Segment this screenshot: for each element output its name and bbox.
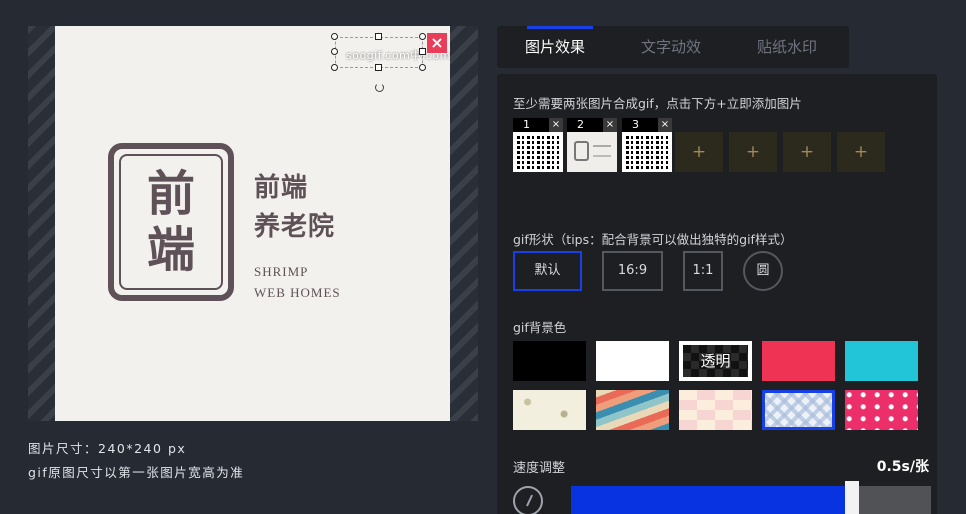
watermark-close-button[interactable]: ×: [427, 33, 447, 53]
add-image-button[interactable]: +: [783, 132, 831, 172]
speed-slider-handle[interactable]: [845, 481, 859, 514]
seal-char-2: 端: [146, 222, 195, 278]
resize-handle-tr[interactable]: [419, 33, 426, 40]
thumbnail-2[interactable]: 2 ×: [567, 118, 617, 172]
gif-canvas: 前 端 前端 养老院 SHRIMP WEB HOMES soogif.com中.…: [55, 26, 450, 421]
bg-black-swatch[interactable]: [513, 341, 586, 381]
resize-handle-r[interactable]: [419, 48, 426, 55]
speed-slider-fill: [571, 486, 845, 514]
tab-text-animation[interactable]: 文字动效: [613, 26, 729, 68]
resize-handle-tl[interactable]: [331, 33, 338, 40]
shape-default-button[interactable]: 默认: [513, 251, 582, 291]
resize-handle-l[interactable]: [331, 48, 338, 55]
logo-image: [567, 132, 617, 172]
seal-char-1: 前: [146, 166, 195, 222]
size-info: 图片尺寸：240*240 px gif原图尺寸以第一张图片宽高为准: [28, 437, 244, 485]
thumbnail-3[interactable]: 3 ×: [622, 118, 672, 172]
transparent-label: 透明: [700, 352, 731, 370]
tab-sticker-watermark[interactable]: 贴纸水印: [729, 26, 845, 68]
settings-panel: 至少需要两张图片合成gif，点击下方+立即添加图片 1 × 2 × 3 × + …: [497, 74, 937, 514]
bg-transparent-swatch[interactable]: 透明: [679, 341, 752, 381]
speed-slider[interactable]: [571, 481, 931, 514]
bg-doodle-pattern[interactable]: [513, 390, 586, 430]
thumbnail-index: 2: [577, 118, 584, 131]
resize-handle-b[interactable]: [375, 64, 382, 71]
remove-image-button[interactable]: ×: [549, 118, 563, 132]
preview-stage: 前 端 前端 养老院 SHRIMP WEB HOMES soogif.com中.…: [28, 26, 478, 421]
shape-label: gif形状（tips：配合背景可以做出独特的gif样式）: [513, 232, 793, 247]
remove-image-button[interactable]: ×: [658, 118, 672, 132]
rotate-handle-icon[interactable]: [375, 83, 384, 92]
add-image-button[interactable]: +: [837, 132, 885, 172]
logo-seal: 前 端: [108, 143, 234, 301]
resize-handle-br[interactable]: [419, 64, 426, 71]
bg-pastel-tiles-pattern[interactable]: [679, 390, 752, 430]
image-size-text: 图片尺寸：240*240 px: [28, 441, 187, 456]
bg-retro-stripes-pattern[interactable]: [596, 390, 669, 430]
qr-code-image: [513, 132, 563, 172]
resize-handle-bl[interactable]: [331, 64, 338, 71]
bg-plaid-pattern[interactable]: [762, 390, 835, 430]
add-image-button[interactable]: +: [729, 132, 777, 172]
speedometer-icon: [513, 486, 543, 514]
background-label: gif背景色: [513, 320, 567, 335]
speed-value: 0.5s/张: [876, 459, 929, 475]
images-hint: 至少需要两张图片合成gif，点击下方+立即添加图片: [513, 96, 802, 111]
bg-pink-confetti-pattern[interactable]: [845, 390, 918, 430]
thumbnail-1[interactable]: 1 ×: [513, 118, 563, 172]
shape-1-1-button[interactable]: 1:1: [683, 251, 723, 291]
tab-image-effect[interactable]: 图片效果: [497, 26, 613, 68]
thumbnail-index: 3: [632, 118, 639, 131]
shape-16-9-button[interactable]: 16:9: [602, 251, 663, 291]
shape-circle-button[interactable]: 圆: [743, 251, 783, 291]
brand-name-cn: 前端 养老院: [254, 173, 336, 242]
speed-label: 速度调整: [513, 461, 566, 476]
brand-name-en: SHRIMP WEB HOMES: [254, 264, 341, 300]
bg-red-swatch[interactable]: [762, 341, 835, 381]
thumbnail-index: 1: [523, 118, 530, 131]
bg-white-swatch[interactable]: [596, 341, 669, 381]
size-note-text: gif原图尺寸以第一张图片宽高为准: [28, 465, 245, 480]
remove-image-button[interactable]: ×: [603, 118, 617, 132]
bg-cyan-swatch[interactable]: [845, 341, 918, 381]
add-image-button[interactable]: +: [675, 132, 723, 172]
editor-tabs: 图片效果 文字动效 贴纸水印: [497, 26, 849, 68]
resize-handle-t[interactable]: [375, 33, 382, 40]
qr-code-image: [622, 132, 672, 172]
